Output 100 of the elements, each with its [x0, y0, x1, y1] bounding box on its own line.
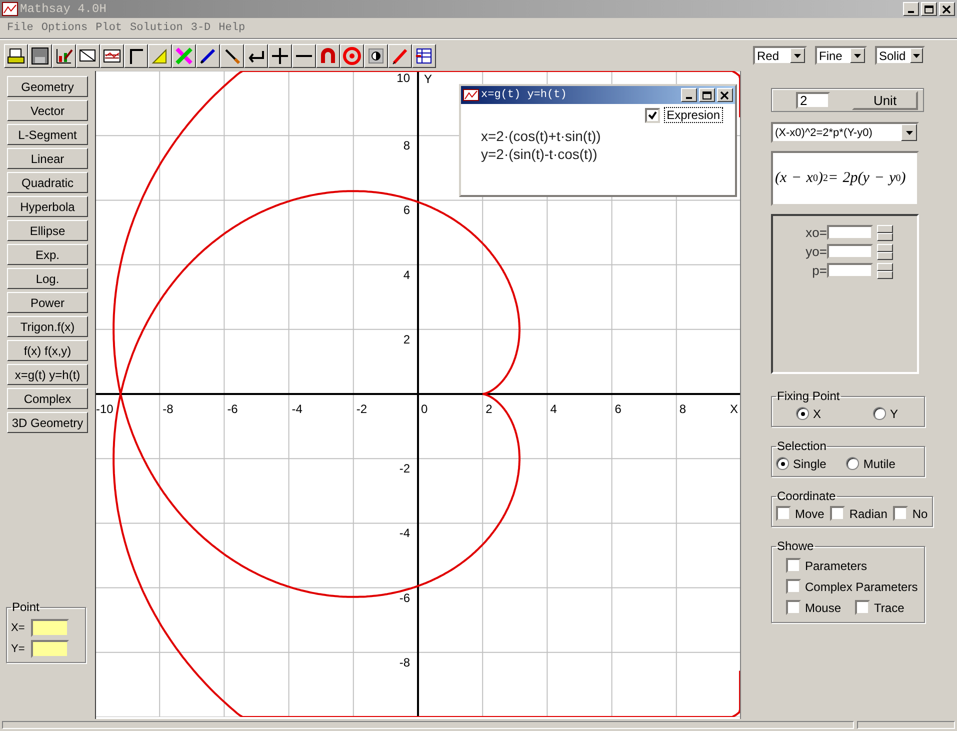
- maximize-button[interactable]: [921, 2, 937, 16]
- checkmark-icon: [648, 110, 657, 120]
- menu-item[interactable]: Help: [216, 22, 250, 34]
- app-icon: [2, 2, 18, 16]
- input-field[interactable]: 2: [796, 92, 830, 108]
- dropdown[interactable]: (X-x0)^2=2*p*(Y-y0): [771, 122, 919, 143]
- checkbox-label[interactable]: Trace: [874, 600, 904, 614]
- sidebar-button[interactable]: Hyperbola: [7, 196, 88, 217]
- close-button[interactable]: [939, 2, 955, 16]
- plus-tool-button[interactable]: [268, 44, 292, 68]
- sidebar-button[interactable]: Exp.: [7, 244, 88, 265]
- checkbox[interactable]: [786, 579, 801, 594]
- tick-label: 0: [421, 402, 428, 416]
- checkbox-label[interactable]: Complex Parameters: [805, 580, 918, 594]
- radio-label[interactable]: Mutile: [863, 456, 896, 470]
- checkbox-label[interactable]: Expresion: [664, 107, 723, 123]
- spin-buttons[interactable]: [877, 244, 893, 260]
- tick-label: 10: [396, 71, 410, 85]
- checkbox-label[interactable]: No: [912, 506, 928, 520]
- checkbox-label[interactable]: Radian: [849, 506, 888, 520]
- minimize-button[interactable]: [681, 88, 697, 102]
- menu-item[interactable]: Options: [38, 22, 93, 34]
- maximize-button[interactable]: [699, 88, 715, 102]
- colorful-cross-tool-button[interactable]: [172, 44, 196, 68]
- checkbox[interactable]: [644, 108, 660, 122]
- checkbox[interactable]: [786, 600, 801, 615]
- sidebar-button[interactable]: f(x) f(x,y): [7, 340, 88, 361]
- checkbox[interactable]: [786, 558, 801, 573]
- tick-label: 4: [550, 402, 557, 416]
- triangle-ruler-tool-button[interactable]: [148, 44, 172, 68]
- floppy-disk-tool-button[interactable]: [28, 44, 52, 68]
- input-field[interactable]: [827, 263, 873, 278]
- sidebar-button[interactable]: Linear: [7, 148, 88, 169]
- checkbox-label[interactable]: Mouse: [805, 600, 842, 614]
- unit-button[interactable]: Unit: [852, 90, 918, 110]
- dropdown-arrow-icon: [904, 129, 914, 136]
- graph-window-tool-button[interactable]: [100, 44, 124, 68]
- radio-label[interactable]: Y: [890, 406, 898, 420]
- spin-buttons[interactable]: [877, 262, 893, 278]
- tick-label: 8: [403, 138, 410, 153]
- checkbox[interactable]: [855, 600, 870, 615]
- sidebar-button[interactable]: Complex: [7, 388, 88, 409]
- sidebar-button[interactable]: Vector: [7, 100, 88, 121]
- dropdown[interactable]: Fine: [815, 46, 867, 65]
- sidebar-button[interactable]: L-Segment: [7, 124, 88, 145]
- window-title: Mathsay 4.0H: [20, 2, 108, 16]
- menu-item[interactable]: File: [4, 22, 38, 34]
- input-field[interactable]: [827, 244, 873, 259]
- checkbox-label[interactable]: Parameters: [805, 558, 868, 572]
- field-label: Y=: [11, 643, 25, 655]
- sidebar-button[interactable]: Ellipse: [7, 220, 88, 241]
- table-tool-button[interactable]: [412, 44, 436, 68]
- sidebar-button[interactable]: 3D Geometry: [7, 412, 88, 433]
- menu-item[interactable]: Solution: [127, 22, 188, 34]
- sidebar-button[interactable]: Geometry: [7, 76, 88, 97]
- checkbox[interactable]: [893, 506, 908, 521]
- radio-button[interactable]: [796, 407, 809, 420]
- tick-label: -4: [399, 526, 410, 540]
- return-arrow-tool-button[interactable]: [244, 44, 268, 68]
- dropdown[interactable]: Solid: [875, 46, 925, 65]
- maximize-icon: [924, 4, 934, 14]
- window-tool-button[interactable]: [76, 44, 100, 68]
- sidebar-button[interactable]: Quadratic: [7, 172, 88, 193]
- menu-item[interactable]: 3-D: [188, 22, 216, 34]
- input-field[interactable]: [30, 640, 69, 658]
- checkbox[interactable]: [776, 506, 791, 521]
- radio-button[interactable]: [846, 457, 860, 470]
- group-title: Fixing Point: [776, 389, 841, 403]
- magnet-tool-button[interactable]: [316, 44, 340, 68]
- printer-tool-button[interactable]: [4, 44, 28, 68]
- target-tool-button[interactable]: [340, 44, 364, 68]
- spin-buttons[interactable]: [877, 224, 893, 240]
- sidebar-button[interactable]: x=g(t) y=h(t): [7, 364, 88, 385]
- menu-item[interactable]: Plot: [92, 22, 128, 34]
- triangle-ruler-icon: [151, 46, 169, 64]
- chart-tool-button[interactable]: [52, 44, 76, 68]
- minimize-button[interactable]: [903, 2, 919, 16]
- group-title: Point: [11, 600, 40, 614]
- tick-label: -8: [399, 655, 410, 670]
- sidebar-button[interactable]: Trigon.f(x): [7, 316, 88, 337]
- corner-tool-button[interactable]: [124, 44, 148, 68]
- close-button[interactable]: [717, 88, 733, 102]
- checkbox-label[interactable]: Move: [795, 506, 824, 520]
- pencil-icon: [391, 46, 409, 64]
- input-field[interactable]: [30, 619, 69, 637]
- sidebar-button[interactable]: Power: [7, 292, 88, 313]
- radio-button[interactable]: [776, 457, 789, 470]
- plus-icon: [271, 46, 289, 64]
- half-circle-tool-button[interactable]: [364, 44, 388, 68]
- input-field[interactable]: [827, 225, 873, 240]
- graph-window-icon: [103, 46, 121, 64]
- pen-tool-button[interactable]: [196, 44, 220, 68]
- radio-button[interactable]: [873, 407, 886, 420]
- checkbox[interactable]: [830, 506, 846, 521]
- radio-label[interactable]: Single: [793, 456, 826, 470]
- sidebar-button[interactable]: Log.: [7, 268, 88, 289]
- dropdown[interactable]: Red: [753, 46, 807, 65]
- radio-label[interactable]: X: [813, 406, 822, 420]
- minus-tool-button[interactable]: [292, 44, 316, 68]
- pencil-tool-button[interactable]: [388, 44, 412, 68]
